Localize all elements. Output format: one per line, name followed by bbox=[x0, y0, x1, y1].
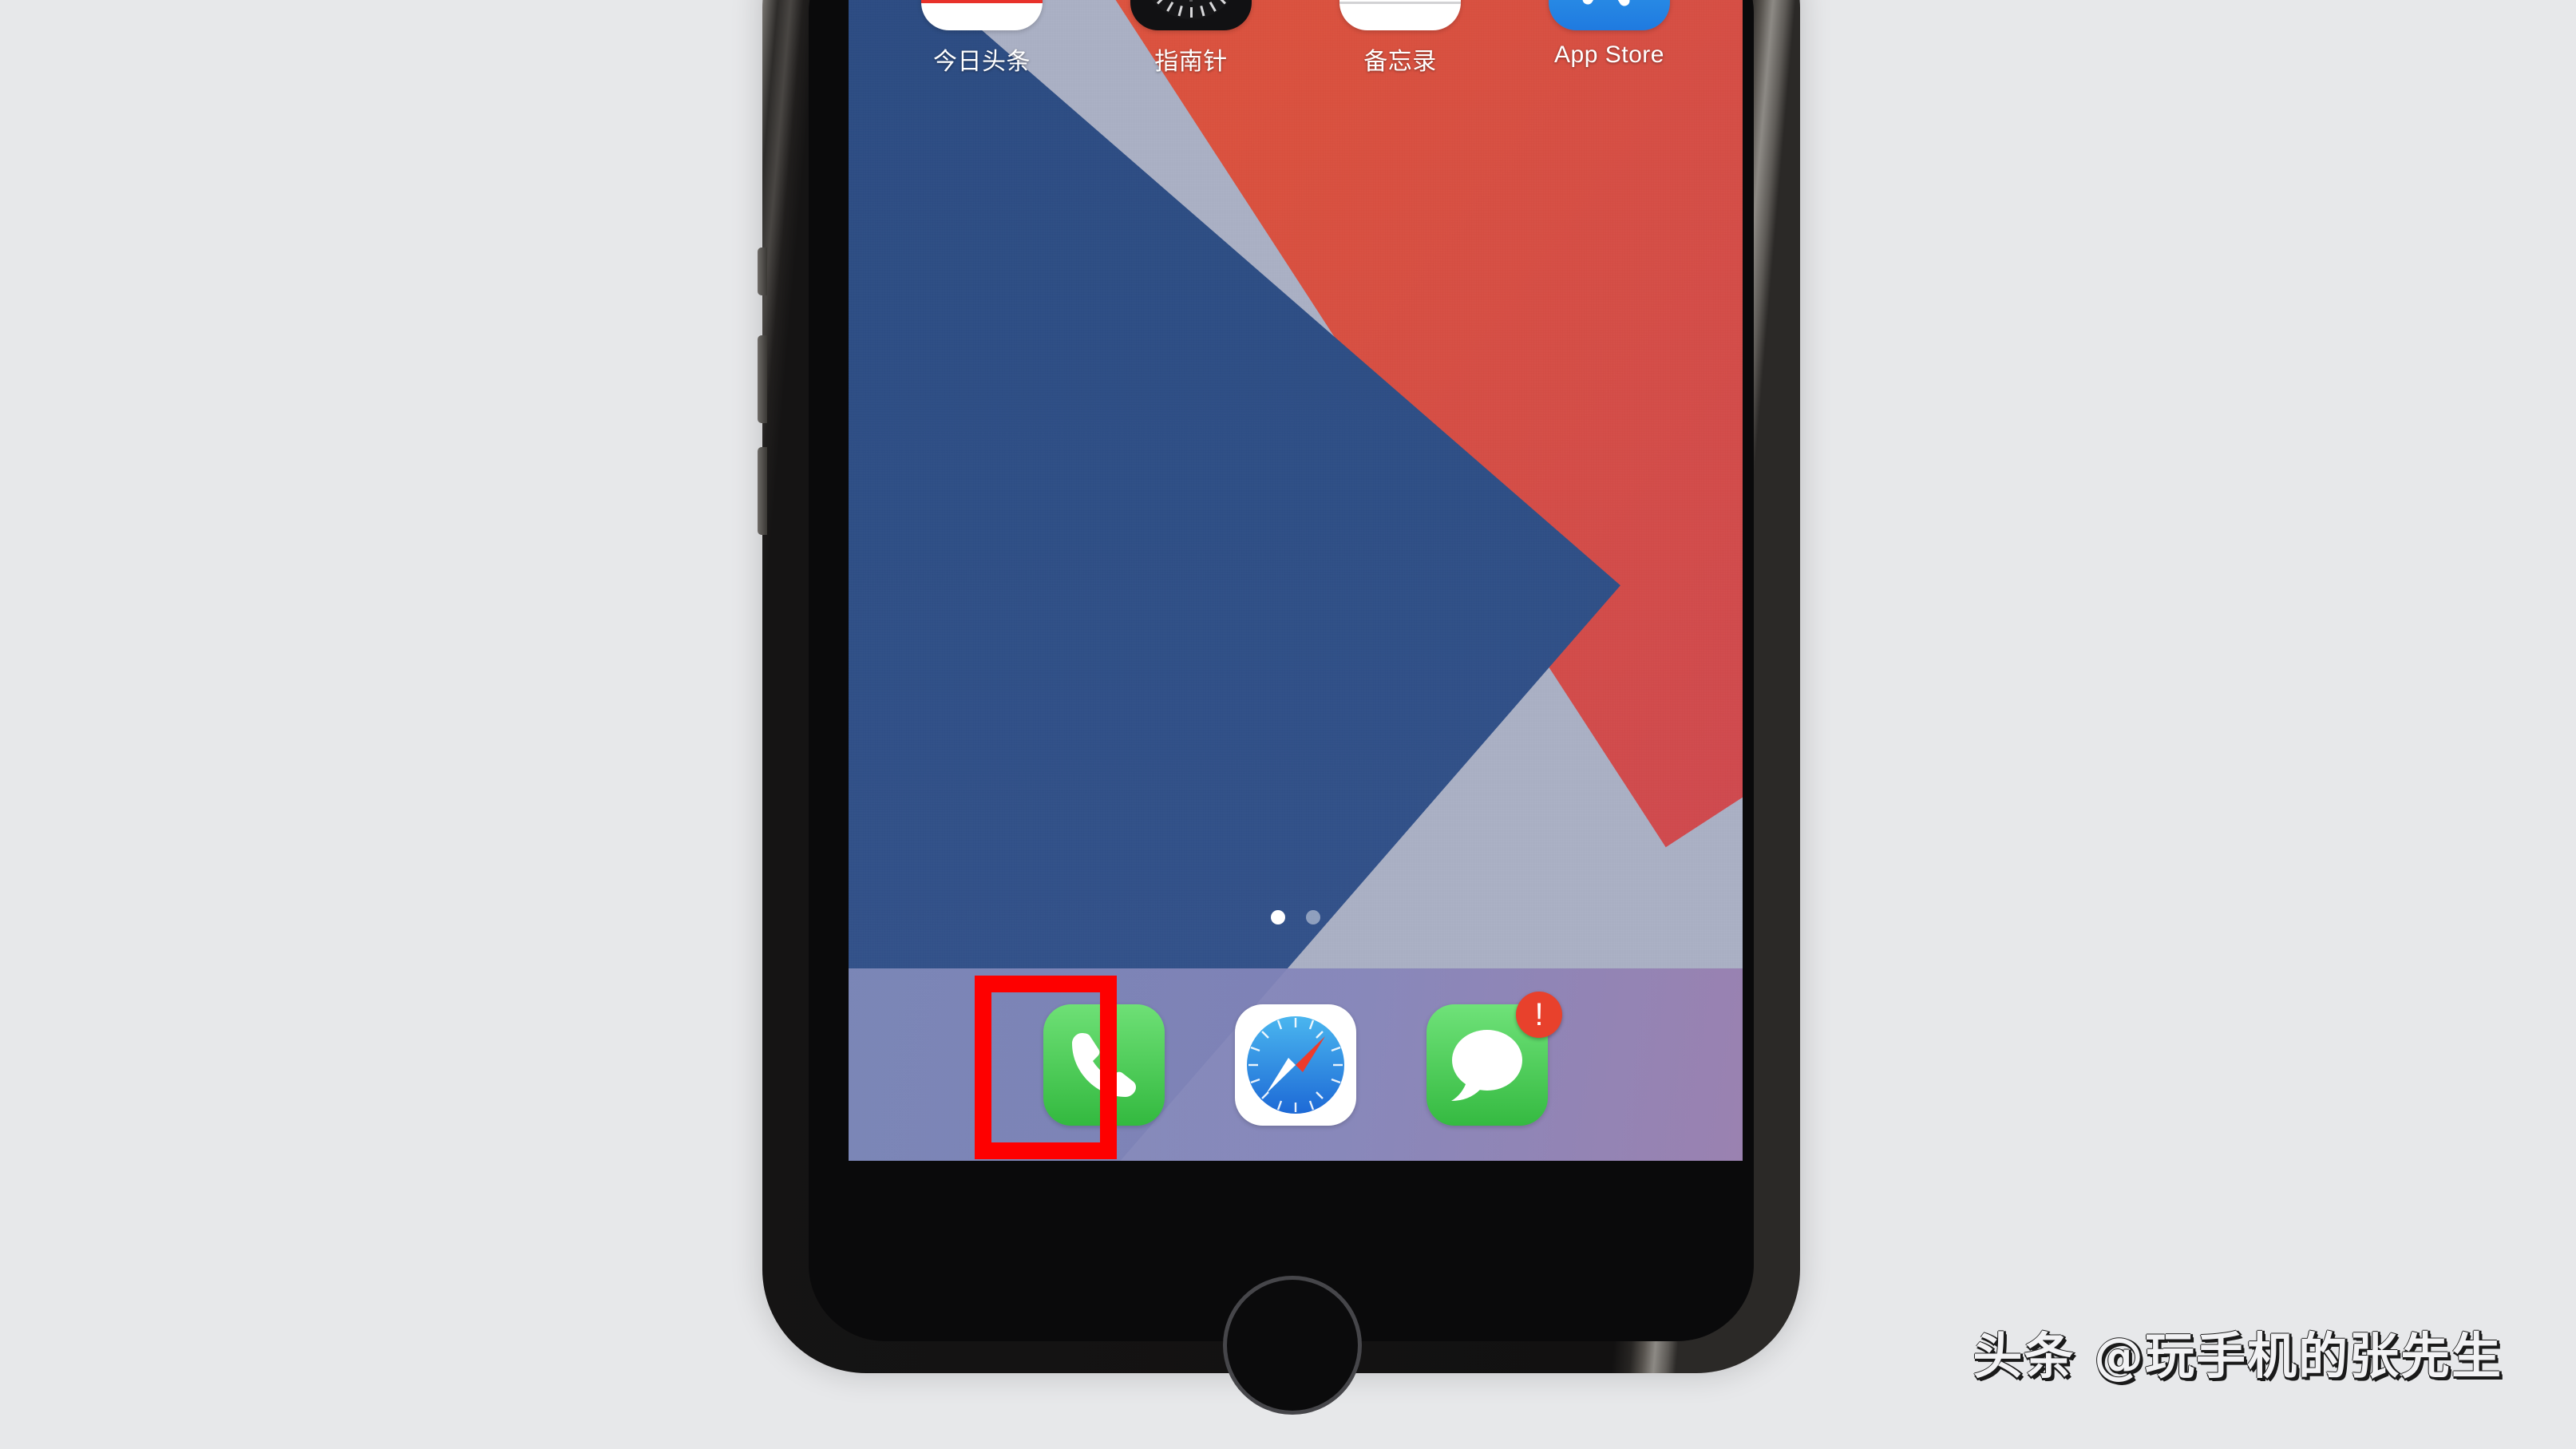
app-toutiao[interactable]: 头条 3 今日头条 bbox=[902, 0, 1062, 77]
notes-icon-wrap[interactable] bbox=[1339, 0, 1461, 30]
app-label-notes: 备忘录 bbox=[1363, 49, 1437, 75]
phone-screen: 计算器 语音备忘录 bbox=[849, 0, 1743, 1161]
toutiao-band: 头条 bbox=[921, 0, 1043, 3]
phone-handset-glyph bbox=[1072, 1032, 1136, 1097]
app-compass[interactable]: N W S E 指南针 bbox=[1111, 0, 1271, 77]
compass-icon[interactable]: N W S E bbox=[1130, 0, 1252, 30]
notes-icon[interactable] bbox=[1339, 0, 1461, 30]
app-store-icon-wrap[interactable] bbox=[1549, 0, 1670, 30]
page-indicator[interactable] bbox=[849, 910, 1743, 924]
mute-switch[interactable] bbox=[758, 247, 767, 295]
toutiao-icon-wrap[interactable]: 头条 3 bbox=[921, 0, 1043, 30]
toutiao-icon-text: 头条 bbox=[937, 0, 1028, 3]
app-grid: 计算器 语音备忘录 bbox=[849, 0, 1743, 77]
app-store-glyph bbox=[1582, 0, 1630, 6]
app-notes[interactable]: 备忘录 bbox=[1320, 0, 1480, 77]
app-label-toutiao: 今日头条 bbox=[933, 49, 1031, 75]
volume-up-button[interactable] bbox=[758, 335, 767, 423]
badge-messages: ! bbox=[1516, 991, 1562, 1038]
app-app-store[interactable]: App Store bbox=[1529, 0, 1689, 77]
toutiao-icon[interactable]: 头条 bbox=[921, 0, 1043, 30]
dock: ! bbox=[849, 968, 1743, 1161]
phone-icon[interactable] bbox=[1043, 1004, 1165, 1126]
safari-compass-glyph bbox=[1247, 1015, 1344, 1114]
safari-icon[interactable] bbox=[1235, 1004, 1356, 1126]
app-store-icon[interactable] bbox=[1549, 0, 1670, 30]
page-dot-2[interactable] bbox=[1306, 910, 1320, 924]
home-button[interactable] bbox=[1222, 1276, 1362, 1415]
speech-bubble-glyph bbox=[1451, 1029, 1522, 1101]
app-label-compass: 指南针 bbox=[1154, 49, 1228, 75]
compass-icon-wrap[interactable]: N W S E bbox=[1130, 0, 1252, 30]
dock-app-messages[interactable]: ! bbox=[1426, 991, 1562, 1126]
watermark: 头条 @玩手机的张先生 bbox=[1973, 1327, 2503, 1385]
volume-down-button[interactable] bbox=[758, 447, 767, 535]
app-row-2: 头条 3 今日头条 bbox=[849, 0, 1743, 77]
compass-dial: N W S E bbox=[1142, 0, 1241, 19]
dock-app-phone[interactable] bbox=[1043, 1004, 1165, 1126]
page-dot-1[interactable] bbox=[1271, 910, 1285, 924]
app-label-app-store: App Store bbox=[1554, 42, 1664, 68]
dock-app-safari[interactable] bbox=[1235, 1004, 1356, 1126]
